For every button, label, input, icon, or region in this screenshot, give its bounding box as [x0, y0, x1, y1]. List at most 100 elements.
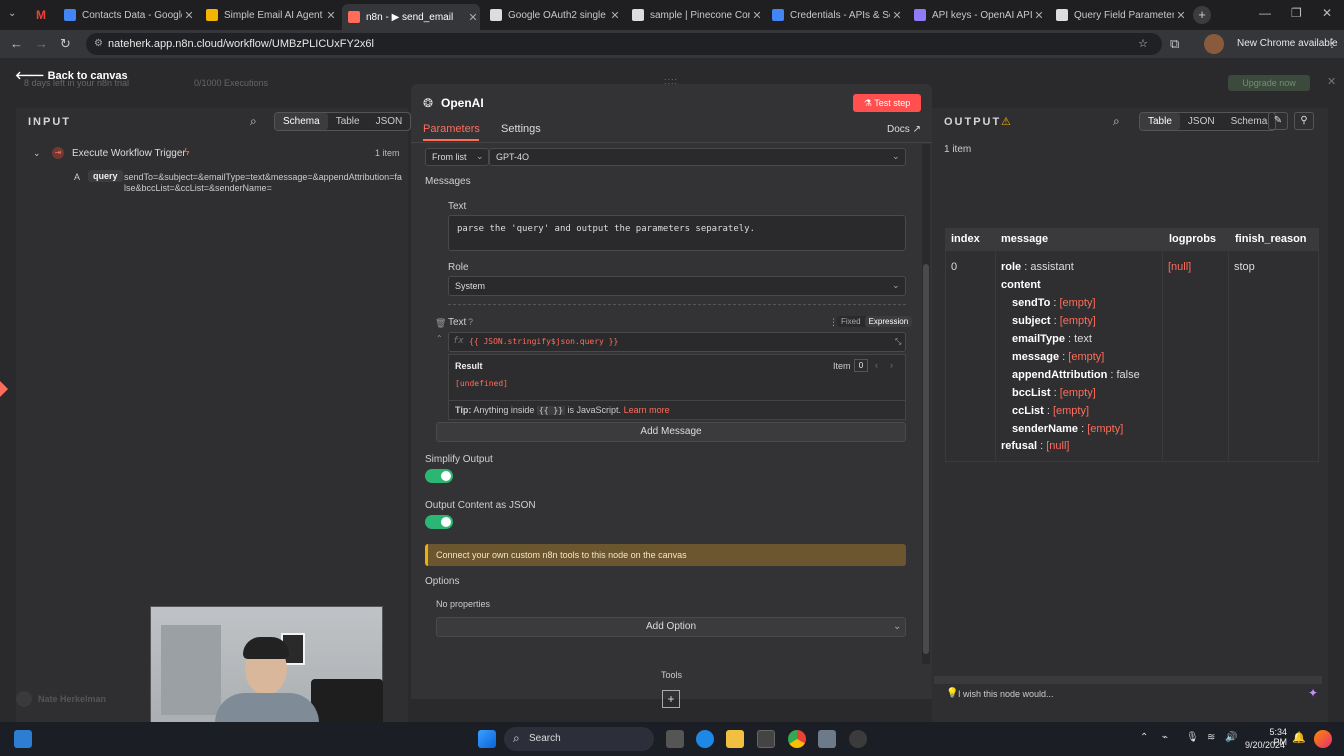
volume-icon[interactable]: 🔊 — [1225, 732, 1237, 743]
tab-favicon-icon — [64, 9, 76, 21]
role-select[interactable]: System ⌄ — [448, 276, 906, 296]
collapse-icon[interactable]: ⌃ — [436, 334, 443, 343]
task-view-icon[interactable] — [666, 730, 684, 748]
wifi-icon[interactable]: ≋ — [1207, 732, 1215, 743]
tab-close-icon[interactable]: ✕ — [466, 11, 480, 24]
browser-tab[interactable]: API keys - OpenAI API ✕ — [908, 4, 1046, 26]
close-window-icon[interactable]: ✕ — [1322, 6, 1332, 20]
new-tab-icon[interactable]: + — [1193, 6, 1211, 24]
message-text-input[interactable]: parse the 'query' and output the paramet… — [448, 215, 906, 251]
tab-close-icon[interactable]: ✕ — [1174, 9, 1188, 22]
notification-icon[interactable]: 🔔 — [1292, 731, 1306, 744]
expression-input[interactable]: fx {{ JSON.stringify$json.query }} ⤡ — [448, 332, 906, 352]
output-json-toggle[interactable] — [425, 515, 453, 529]
item-index-input[interactable]: 0 — [854, 359, 868, 372]
tab-close-icon[interactable]: ✕ — [608, 9, 622, 22]
chrome-update-label[interactable]: New Chrome available — [1237, 38, 1338, 49]
minimize-icon[interactable]: — — [1259, 6, 1271, 20]
collapse-chevron-icon[interactable]: ⌄ — [33, 148, 41, 159]
trash-icon[interactable]: 🗑 — [435, 318, 446, 329]
mic-icon[interactable]: 🎙 — [1186, 732, 1199, 743]
help-icon[interactable]: ? — [468, 317, 473, 327]
table-row: 0 [null] stop role : assistant content s… — [945, 250, 1319, 462]
browser-tab[interactable]: n8n - ▶ send_email ✕ — [342, 4, 480, 30]
scrollbar-thumb[interactable] — [923, 264, 929, 654]
simplify-output-toggle[interactable] — [425, 469, 453, 483]
input-view-table[interactable]: Table — [328, 113, 368, 130]
widgets-icon[interactable] — [14, 730, 32, 748]
tab-search-icon[interactable]: ⌄ — [8, 8, 16, 19]
bookmark-star-icon[interactable]: ☆ — [1138, 33, 1148, 55]
output-search-icon[interactable]: ⌕ — [1113, 114, 1120, 129]
tab-close-icon[interactable]: ✕ — [750, 9, 764, 22]
browser-tab[interactable]: Query Field Parameters ✕ — [1050, 4, 1188, 26]
prev-item-icon[interactable]: ‹ — [875, 360, 878, 370]
output-view-table[interactable]: Table — [1140, 113, 1180, 130]
pin-icon[interactable]: ⚲ — [1294, 112, 1314, 130]
maximize-icon[interactable]: ❐ — [1291, 6, 1302, 20]
tab-close-icon[interactable]: ✕ — [324, 9, 338, 22]
add-message-button[interactable]: Add Message — [436, 422, 906, 442]
person-hair — [243, 637, 289, 659]
camera-icon[interactable] — [818, 730, 836, 748]
menu-dots-icon[interactable]: ⋮ — [1326, 36, 1338, 50]
model-mode-select[interactable]: From list ⌄ — [425, 148, 489, 166]
extensions-icon[interactable]: ⧉ — [1170, 36, 1179, 52]
add-option-button[interactable]: Add Option ⌄ — [436, 617, 906, 637]
url-field[interactable]: ⚙ nateherk.app.n8n.cloud/workflow/UMBzPL… — [86, 33, 1162, 55]
edge-icon[interactable] — [696, 730, 714, 748]
tray-chevron-icon[interactable]: ⌃ — [1140, 732, 1148, 743]
input-view-json[interactable]: JSON — [368, 113, 411, 130]
trigger-node-name[interactable]: Execute Workflow Trigger — [72, 148, 186, 159]
model-select[interactable]: GPT-4O ⌄ — [489, 148, 906, 166]
browser-tab[interactable]: sample | Pinecone Cons ✕ — [626, 4, 764, 26]
store-icon[interactable] — [757, 730, 775, 748]
test-step-button[interactable]: ⚗ Test step — [853, 94, 921, 112]
start-icon[interactable] — [478, 730, 496, 748]
forward-icon[interactable]: → — [35, 36, 48, 51]
browser-tab[interactable]: Google OAuth2 single s ✕ — [484, 4, 622, 26]
next-item-icon[interactable]: › — [890, 360, 893, 370]
horizontal-scrollbar[interactable] — [934, 676, 1322, 684]
tab-close-icon[interactable]: ✕ — [1032, 9, 1046, 22]
gmail-icon[interactable]: M — [36, 8, 46, 22]
input-view-schema[interactable]: Schema — [275, 113, 328, 130]
network-icon[interactable]: ⌁ — [1162, 732, 1168, 743]
edit-output-icon[interactable]: ✎ — [1268, 112, 1288, 130]
tab-close-icon[interactable]: ✕ — [182, 9, 196, 22]
tab-parameters[interactable]: Parameters — [423, 123, 480, 135]
chrome-icon[interactable] — [788, 730, 806, 748]
search-icon[interactable]: ⌕ — [250, 114, 257, 129]
expand-icon[interactable]: ⤡ — [895, 337, 901, 347]
node-title[interactable]: OpenAI — [441, 96, 484, 110]
site-info-icon[interactable]: ⚙ — [94, 33, 103, 55]
field-query-pill[interactable]: query — [88, 170, 123, 182]
openai-app-icon[interactable] — [849, 730, 867, 748]
browser-tab[interactable]: Contacts Data - Google ✕ — [58, 4, 196, 26]
output-view-json[interactable]: JSON — [1180, 113, 1223, 130]
taskbar-search[interactable]: ⌕ Search — [504, 727, 654, 751]
close-ndv-icon[interactable]: ✕ — [1327, 75, 1336, 88]
copilot-icon[interactable] — [1314, 730, 1332, 748]
browser-tab[interactable]: Credentials - APIs & Se ✕ — [766, 4, 904, 26]
upgrade-button[interactable]: Upgrade now — [1228, 75, 1310, 91]
clock-date[interactable]: 9/20/2024 — [1245, 740, 1285, 750]
profile-avatar[interactable] — [1204, 34, 1224, 54]
docs-link[interactable]: Docs ↗ — [887, 124, 921, 135]
reload-icon[interactable]: ↻ — [60, 36, 71, 52]
vertical-scrollbar[interactable] — [922, 144, 930, 664]
feedback-link[interactable]: I wish this node would... — [958, 689, 1054, 699]
tab-settings[interactable]: Settings — [501, 123, 541, 135]
tab-close-icon[interactable]: ✕ — [890, 9, 904, 22]
back-icon[interactable]: ← — [10, 36, 23, 51]
expression-toggle[interactable]: Expression — [864, 316, 913, 327]
fixed-toggle[interactable]: Fixed — [837, 316, 865, 327]
file-explorer-icon[interactable] — [726, 730, 744, 748]
learn-more-link[interactable]: Learn more — [624, 405, 670, 415]
ai-sparkle-icon[interactable]: ✦ — [1308, 686, 1318, 700]
browser-tab[interactable]: Simple Email AI Agent - ✕ — [200, 4, 338, 26]
lightbulb-icon: 💡 — [946, 688, 959, 699]
add-tool-icon[interactable]: + — [662, 690, 680, 708]
flask-icon: ⚗ — [863, 98, 872, 108]
string-type-icon: A — [74, 172, 81, 182]
